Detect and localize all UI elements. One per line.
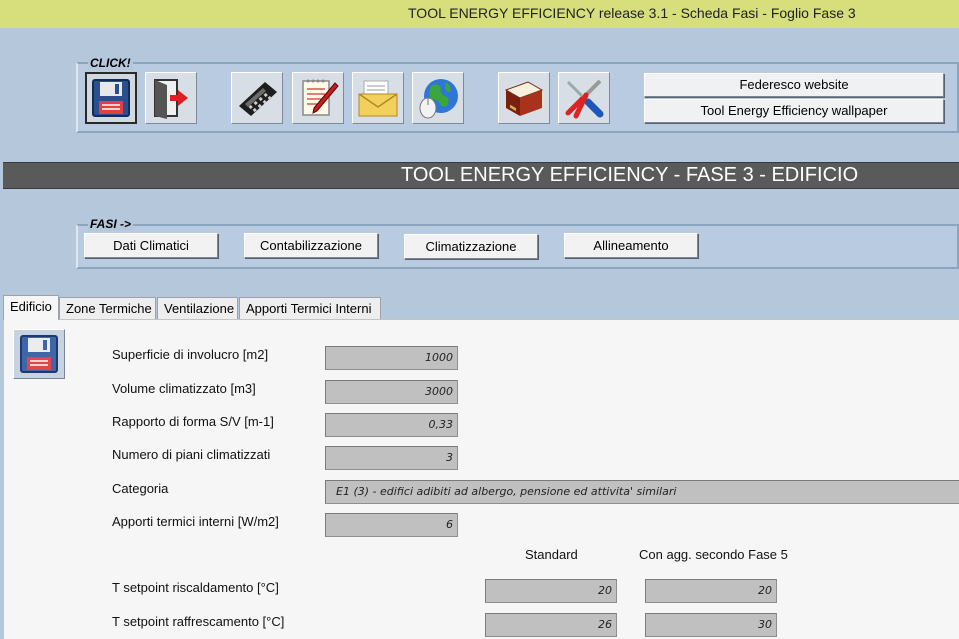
superficie-field[interactable]: 1000 [325,346,458,370]
rapporto-forma-field[interactable]: 0,33 [325,413,458,437]
notepad-pencil-icon [302,79,339,116]
web-button[interactable] [412,72,464,124]
apporti-termici-field[interactable]: 6 [325,513,458,537]
tools-button[interactable] [558,72,610,124]
phases-group-label: FASI -> [88,217,134,231]
exit-door-icon [154,79,188,119]
federesco-website-button[interactable]: Federesco website [644,73,944,97]
rapporto-forma-label: Rapporto di forma S/V [m-1] [112,414,274,429]
categoria-field[interactable]: E1 (3) - edifici adibiti ad albergo, pen… [325,480,959,504]
tab-ventilazione[interactable]: Ventilazione [157,297,238,319]
globe-mouse-icon [419,79,458,119]
contabilizzazione-button[interactable]: Contabilizzazione [244,233,378,258]
exit-button[interactable] [145,72,197,124]
wallpaper-button[interactable]: Tool Energy Efficiency wallpaper [644,99,944,123]
setpoint-riscaldamento-label: T setpoint riscaldamento [°C] [112,580,279,595]
setpoint-raffrescamento-label: T setpoint raffrescamento [°C] [112,614,285,629]
setpoint-raffrescamento-aggiornato-field[interactable]: 30 [645,613,777,637]
book-icon [504,81,544,116]
tab-apporti-termici-interni[interactable]: Apporti Termici Interni [239,297,381,319]
notes-button[interactable] [292,72,344,124]
toolbar-group-label: CLICK! [88,56,133,70]
dati-climatici-button[interactable]: Dati Climatici [84,233,218,258]
floppy-disk-icon [92,79,130,117]
envelope-icon [358,80,398,117]
save-button[interactable] [85,72,137,124]
numero-piani-field[interactable]: 3 [325,446,458,470]
section-banner: TOOL ENERGY EFFICIENCY - FASE 3 - EDIFIC… [3,162,959,189]
standard-column-header: Standard [525,547,578,562]
volume-field[interactable]: 3000 [325,380,458,404]
book-button[interactable] [498,72,550,124]
tab-zone-termiche[interactable]: Zone Termiche [59,297,156,319]
categoria-label: Categoria [112,481,169,496]
aggiornato-column-header: Con agg. secondo Fase 5 [639,547,788,562]
setpoint-riscaldamento-standard-field[interactable]: 20 [485,579,617,603]
screwdriver-pliers-icon [565,79,604,119]
setpoint-raffrescamento-standard-field[interactable]: 26 [485,613,617,637]
title-bar: TOOL ENERGY EFFICIENCY release 3.1 - Sch… [0,0,959,28]
floppy-disk-icon [20,335,58,373]
volume-label: Volume climatizzato [m3] [112,381,256,396]
setpoint-riscaldamento-aggiornato-field[interactable]: 20 [645,579,777,603]
calculator-button[interactable] [231,72,283,124]
window-title: TOOL ENERGY EFFICIENCY release 3.1 - Sch… [408,5,856,21]
save-form-button[interactable] [13,329,65,379]
apporti-termici-label: Apporti termici interni [W/m2] [112,514,279,529]
superficie-label: Superficie di involucro [m2] [112,347,269,362]
calculator-icon [239,82,277,116]
mail-button[interactable] [352,72,404,124]
page-title: TOOL ENERGY EFFICIENCY - FASE 3 - EDIFIC… [401,164,859,186]
numero-piani-label: Numero di piani climatizzati [112,447,271,462]
allineamento-button[interactable]: Allineamento [564,233,698,258]
climatizzazione-button[interactable]: Climatizzazione [404,234,538,259]
tab-edificio[interactable]: Edificio [3,295,59,320]
